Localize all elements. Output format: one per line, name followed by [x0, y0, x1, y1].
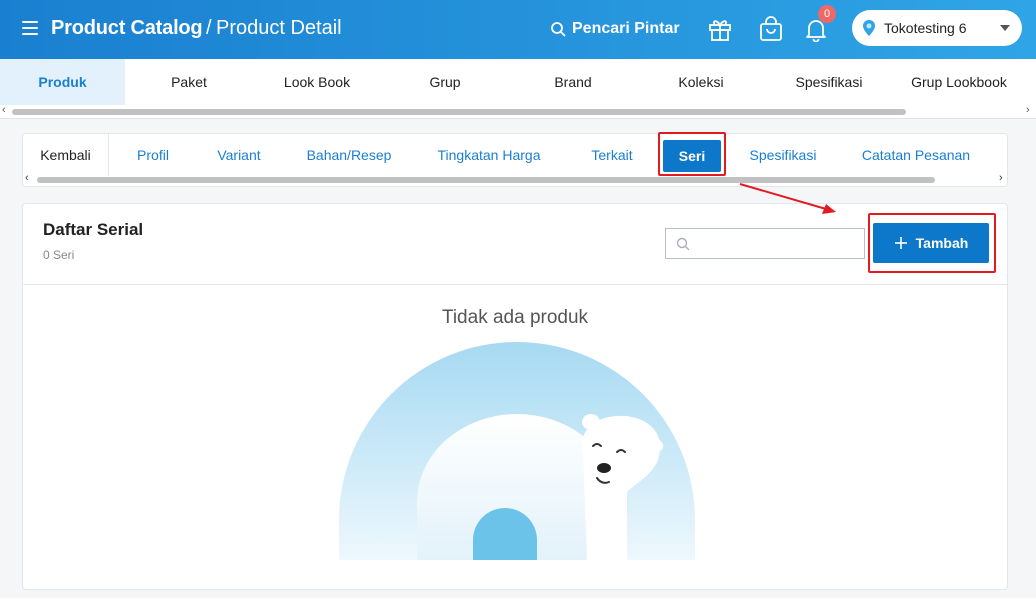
app-header: Product Catalog / Product Detail Pencari…: [0, 0, 1036, 59]
tab-look-book[interactable]: Look Book: [253, 59, 381, 105]
serial-count: 0 Seri: [43, 248, 75, 262]
tab-variant[interactable]: Variant: [199, 134, 279, 176]
scroll-right-icon[interactable]: ›: [999, 172, 1003, 184]
tab-koleksi[interactable]: Koleksi: [637, 59, 765, 105]
page-title: Product Catalog: [51, 17, 203, 39]
smart-search-label: Pencari Pintar: [572, 20, 680, 37]
tab-spesifikasi-detail[interactable]: Spesifikasi: [733, 134, 833, 176]
shopping-bag-icon[interactable]: [758, 16, 784, 42]
notification-badge: 0: [818, 5, 836, 23]
scrollbar-thumb[interactable]: [12, 109, 906, 115]
tab-tingkatan-harga[interactable]: Tingkatan Harga: [419, 134, 559, 176]
tab-produk[interactable]: Produk: [0, 59, 125, 105]
serial-list-card: Daftar Serial 0 Seri Tambah Tidak ada pr…: [22, 203, 1008, 590]
tab-kembali[interactable]: Kembali: [23, 134, 109, 176]
pin-icon: [863, 20, 875, 36]
card-title: Daftar Serial: [43, 220, 144, 239]
search-icon: [676, 237, 690, 251]
tab-catatan-pesanan[interactable]: Catatan Pesanan: [847, 134, 985, 176]
main-tabs-scrollbar[interactable]: ‹ ›: [0, 104, 1036, 119]
highlight-box-seri: [658, 132, 726, 176]
tab-terkait[interactable]: Terkait: [571, 134, 653, 176]
scroll-right-icon[interactable]: ›: [1026, 104, 1030, 116]
scroll-left-icon[interactable]: ‹: [2, 104, 6, 116]
scroll-left-icon[interactable]: ‹: [25, 172, 29, 184]
page-subtitle: Product Detail: [216, 17, 342, 39]
tab-paket[interactable]: Paket: [125, 59, 253, 105]
menu-icon[interactable]: [22, 21, 38, 35]
tab-grup[interactable]: Grup: [381, 59, 509, 105]
tab-brand[interactable]: Brand: [509, 59, 637, 105]
highlight-box-add: [868, 213, 996, 273]
divider: [23, 284, 1007, 285]
tab-profil[interactable]: Profil: [119, 134, 187, 176]
smart-search-button[interactable]: Pencari Pintar: [550, 20, 680, 38]
gift-icon[interactable]: [707, 16, 733, 42]
search-icon: [551, 22, 566, 37]
empty-state-message: Tidak ada produk: [441, 307, 589, 328]
main-tabs: Produk Paket Look Book Grup Brand Koleks…: [0, 59, 1036, 105]
search-input[interactable]: [665, 228, 865, 259]
detail-tabs: Kembali Profil Variant Bahan/Resep Tingk…: [22, 132, 1008, 187]
tab-grup-lookbook[interactable]: Grup Lookbook: [893, 59, 1025, 105]
breadcrumb-separator: /: [206, 17, 212, 39]
tab-spesifikasi[interactable]: Spesifikasi: [765, 59, 893, 105]
polar-bear-igloo-illustration: [339, 342, 695, 560]
chevron-down-icon: [1000, 25, 1010, 31]
tab-bahan-resep[interactable]: Bahan/Resep: [291, 134, 407, 176]
scrollbar-thumb[interactable]: [37, 177, 935, 183]
store-name: Tokotesting 6: [884, 20, 967, 36]
store-selector[interactable]: Tokotesting 6: [852, 10, 1022, 46]
